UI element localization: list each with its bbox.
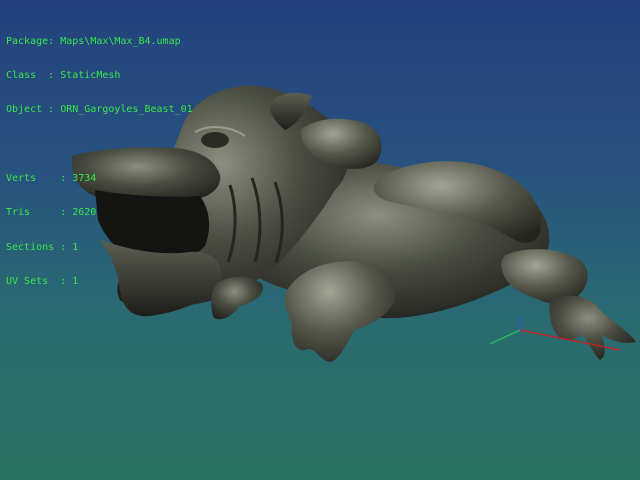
- uvsets-line: UV Sets : 1: [6, 275, 79, 287]
- mesh-foot: [549, 295, 636, 360]
- mesh-info-overlay: Package: Maps\Max\Max_B4.umap Class : St…: [6, 13, 193, 299]
- object-line: Object : ORN_Gargoyles_Beast_01: [6, 104, 193, 116]
- mesh-leg: [501, 249, 588, 304]
- tris-line: Tris : 2620: [6, 207, 97, 219]
- mesh-leg: [211, 276, 263, 320]
- mesh-eye: [201, 132, 229, 148]
- package-line: Package: Maps\Max\Max_B4.umap: [6, 35, 181, 47]
- verts-line: Verts : 3734: [6, 173, 97, 185]
- axis-y-line: [489, 329, 521, 345]
- class-line: Class : StaticMesh: [6, 70, 121, 82]
- sections-line: Sections : 1: [6, 241, 79, 253]
- mesh-leg: [284, 261, 397, 362]
